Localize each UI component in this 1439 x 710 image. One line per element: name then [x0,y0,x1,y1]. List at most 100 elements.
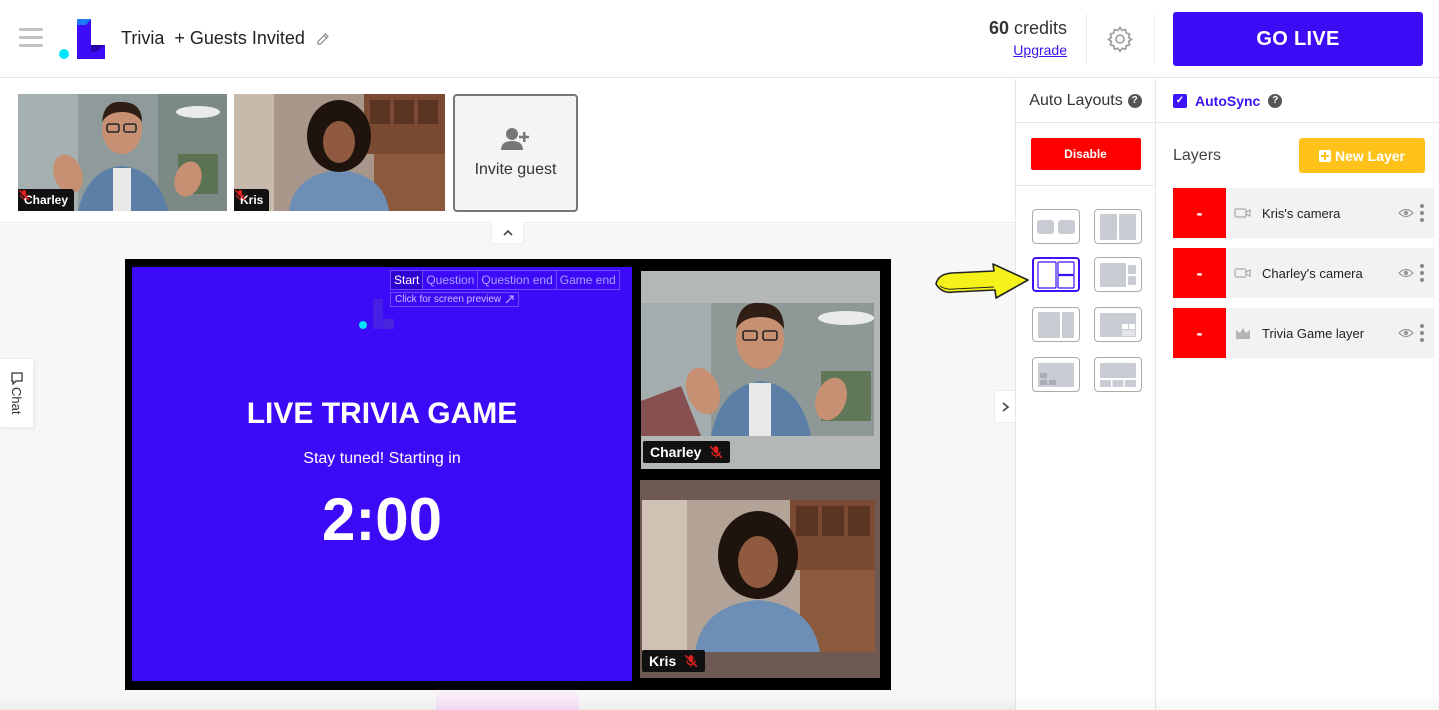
game-screen-tabs: Start Question Question end Game end [390,270,620,290]
auto-layouts-panel: Auto Layouts ? Disable [1015,79,1156,710]
autosync-label: AutoSync [1195,92,1261,109]
mic-muted-icon [709,445,723,459]
guest-strip: Charley Kris Invite guest [0,79,1015,223]
chat-icon [10,372,23,386]
collapse-guests-button[interactable] [491,222,524,244]
stream-title: Trivia [121,28,165,48]
help-icon[interactable]: ? [1268,93,1283,108]
game-title: LIVE TRIVIA GAME [246,397,518,430]
stage-camera-name: Kris [649,653,677,669]
chat-tab[interactable]: Chat [0,358,34,428]
game-tab-question[interactable]: Question [423,271,479,289]
bottom-glow [436,686,579,710]
mic-muted-icon [234,189,246,201]
remove-layer-button[interactable]: - [1173,248,1226,298]
autosync-toggle[interactable]: ✓ AutoSync ? [1156,79,1439,123]
countdown-timer: 2:00 [321,486,443,553]
layer-row[interactable]: - Trivia Game layer [1173,308,1434,358]
remove-layer-button[interactable]: - [1173,308,1226,358]
game-tab-question-end[interactable]: Question end [478,271,557,289]
layout-option-main-side-small[interactable] [1094,257,1142,292]
eye-icon[interactable] [1398,267,1414,279]
guest-thumb-kris[interactable]: Kris [234,94,445,211]
layout-option-left-right[interactable] [1032,307,1080,342]
upgrade-link[interactable]: Upgrade [985,42,1067,58]
layer-name: Kris's camera [1262,205,1341,221]
external-link-icon [505,295,514,304]
game-logo [359,299,394,329]
layer-row[interactable]: - Charley's camera [1173,248,1434,298]
stage-canvas[interactable]: Start Question Question end Game end Cli… [125,259,891,690]
guest-thumb-charley[interactable]: Charley [18,94,227,211]
layout-two-columns-icon [1100,213,1136,240]
game-subtitle: Stay tuned! Starting in [303,450,461,467]
more-options-icon[interactable] [1420,264,1424,282]
header-divider [1086,14,1087,64]
disable-auto-layouts-button[interactable]: Disable [1030,138,1141,170]
mic-muted-icon [18,189,30,201]
layout-option-top-bottom[interactable] [1094,357,1142,392]
layout-option-two-columns[interactable] [1094,209,1142,244]
remove-layer-button[interactable]: - [1173,188,1226,238]
stage-camera-name: Charley [650,444,702,460]
credits-unit: credits [1013,18,1067,38]
trivia-game-panel[interactable]: Start Question Question end Game end Cli… [132,267,632,681]
layout-left-right-icon [1038,311,1074,338]
layout-main-side-small-icon [1100,262,1136,287]
autosync-checkbox[interactable]: ✓ [1173,93,1187,108]
auto-layouts-header: Auto Layouts ? [1016,79,1155,123]
crown-icon [1236,328,1250,339]
screen-preview-link[interactable]: Click for screen preview [390,292,520,307]
layout-top-bottom-icon [1100,362,1136,387]
menu-icon[interactable] [19,28,43,48]
eye-icon[interactable] [1398,327,1414,339]
credits-display: 60 credits Upgrade [985,18,1067,58]
guests-invited-link[interactable]: + Guests Invited [174,28,305,49]
chevron-right-icon [1002,401,1009,412]
guest-name-tag: Kris [234,189,270,211]
invite-guest-label: Invite guest [474,161,557,178]
invite-guest-button[interactable]: Invite guest [453,94,578,212]
game-tab-game-end[interactable]: Game end [557,271,619,289]
help-icon[interactable]: ? [1127,93,1142,108]
more-options-icon[interactable] [1420,204,1424,222]
layers-title: Layers [1173,147,1222,164]
layer-row[interactable]: - Kris's camera [1173,188,1434,238]
stage-name-tag: Charley [643,441,731,463]
app-logo [59,19,105,59]
new-layer-button[interactable]: New Layer [1299,138,1425,173]
stage-camera-kris[interactable]: Kris [640,480,880,678]
layers-panel: ✓ AutoSync ? Layers New Layer - Kris's c… [1156,79,1439,710]
go-live-button[interactable]: GO LIVE [1173,12,1423,66]
eye-icon[interactable] [1398,207,1414,219]
layout-side-by-side-icon [1037,219,1075,234]
layout-main-corner-icon [1100,312,1136,337]
new-layer-label: New Layer [1334,147,1406,164]
layout-option-main-corner[interactable] [1094,307,1142,342]
layer-name: Charley's camera [1262,265,1363,281]
top-bar: Trivia + Guests Invited 60 credits Upgra… [0,0,1439,78]
stream-title-area: Trivia + Guests Invited [121,28,331,49]
mic-muted-icon [684,654,698,668]
layout-option-side-by-side[interactable] [1032,209,1080,244]
stage-video-kris [640,480,880,678]
chat-label: Chat [9,387,24,415]
layout-option-bottom-left-pip[interactable] [1032,357,1080,392]
screen-preview-label: Click for screen preview [395,294,502,305]
chevron-up-icon [502,229,513,236]
layout-option-main-two-stack[interactable] [1032,257,1080,292]
expand-panel-button[interactable] [994,390,1016,423]
disable-wrap: Disable [1016,123,1155,186]
edit-pencil-icon[interactable] [315,31,331,47]
stage-name-tag: Kris [642,650,706,672]
gear-icon[interactable] [1106,25,1134,53]
more-options-icon[interactable] [1420,324,1424,342]
game-tab-start[interactable]: Start [391,271,424,289]
layer-name: Trivia Game layer [1262,325,1365,341]
stage-camera-charley[interactable]: Charley [641,271,880,469]
stage-video-charley [641,271,880,469]
header-divider [1154,14,1155,64]
guest-name: Charley [24,193,69,207]
layout-main-two-stack-icon [1037,260,1075,289]
layout-bottom-left-pip-icon [1038,362,1074,387]
